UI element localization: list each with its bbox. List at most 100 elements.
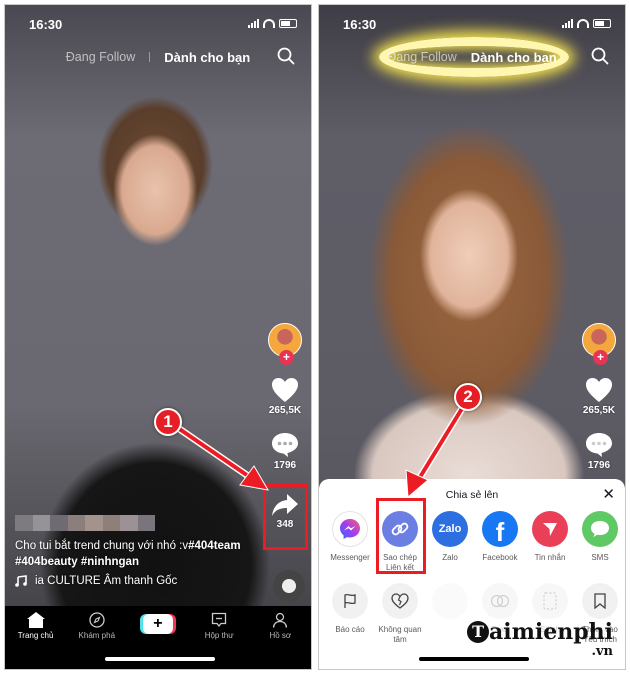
broken-heart-icon — [382, 583, 418, 619]
share-label: Messenger — [330, 553, 370, 562]
tab-following[interactable]: Đang Follow — [387, 50, 456, 64]
hashtag-404team[interactable]: #404team — [188, 540, 240, 552]
status-icons — [562, 18, 611, 28]
follow-plus-icon[interactable]: + — [279, 350, 294, 365]
stitch-icon — [532, 583, 568, 619]
creator-name-pixelated[interactable] — [15, 515, 155, 531]
tutorial-canvas: 16:30 Đang Follow Dành cho bạn + 265,5K — [0, 0, 630, 675]
home-indicator — [419, 657, 529, 661]
status-icons — [248, 18, 297, 28]
hidden-action-icon — [432, 583, 468, 619]
flag-icon — [332, 583, 368, 619]
status-bar: 16:30 — [5, 5, 311, 41]
direct-message-icon — [532, 511, 568, 547]
copy-link-highlight — [376, 498, 426, 574]
profile-icon — [273, 612, 288, 628]
nav-discover[interactable]: Khám phá — [69, 612, 125, 640]
like-count: 265,5K — [268, 405, 302, 416]
creator-avatar[interactable]: + — [582, 323, 616, 365]
compass-icon — [89, 612, 105, 628]
action-label: Không quan tâm — [378, 625, 422, 644]
caption-text: Cho tui bắt trend chung với nhó :v — [15, 540, 189, 552]
comment-button[interactable]: 1796 — [271, 432, 299, 471]
share-facebook[interactable]: f Facebook — [475, 511, 525, 573]
inbox-icon — [212, 612, 227, 628]
share-label: Zalo — [442, 553, 458, 562]
video-caption: Cho tui bắt trend chung với nhó :v#404te… — [15, 515, 265, 589]
step-badge-1: 1 — [154, 408, 182, 436]
feed-tabs: Đang Follow Dành cho bạn — [319, 47, 625, 67]
home-icon — [26, 612, 45, 628]
share-messenger[interactable]: Messenger — [325, 511, 375, 573]
watermark-initial: T — [467, 621, 490, 643]
comment-button[interactable]: 1796 — [585, 432, 613, 471]
close-icon[interactable]: ✕ — [602, 485, 615, 503]
bookmark-icon — [582, 583, 618, 619]
nav-home[interactable]: Trang chủ — [8, 612, 64, 640]
action-report[interactable]: Báo cáo — [325, 583, 375, 645]
status-time: 16:30 — [343, 17, 377, 32]
follow-plus-icon[interactable]: + — [593, 350, 608, 365]
nav-profile[interactable]: Hồ sơ — [252, 612, 308, 640]
wifi-icon — [263, 18, 275, 28]
signal-icon — [248, 18, 259, 28]
like-button[interactable]: 265,5K — [583, 377, 615, 416]
zalo-icon: Zalo — [432, 511, 468, 547]
home-indicator — [105, 657, 215, 661]
status-time: 16:30 — [29, 17, 63, 32]
wifi-icon — [577, 18, 589, 28]
feed-tabs: Đang Follow Dành cho bạn — [5, 47, 311, 67]
share-label: Facebook — [482, 553, 518, 562]
like-count: 265,5K — [582, 405, 616, 416]
comment-count: 1796 — [587, 460, 611, 471]
share-sms[interactable]: SMS — [575, 511, 625, 573]
bottom-navigation: Trang chủ Khám phá + Hộp thư Hồ sơ — [5, 606, 311, 669]
share-targets-row: Messenger Sao chép Liên kết Zalo Zalo f … — [325, 511, 625, 573]
creator-avatar[interactable]: + — [268, 323, 302, 365]
tab-divider — [149, 52, 151, 62]
share-label: SMS — [591, 553, 609, 562]
step-badge-2: 2 — [454, 383, 482, 411]
share-sheet: Chia sẻ lên ✕ Messenger Sao chép Liên kế… — [319, 479, 625, 669]
nav-home-label: Trang chủ — [17, 631, 54, 640]
battery-icon — [279, 18, 297, 28]
duet-icon — [482, 583, 518, 619]
nav-inbox[interactable]: Hộp thư — [191, 612, 247, 640]
action-label: Báo cáo — [335, 625, 365, 634]
hashtags[interactable]: #404beauty #ninhngan — [15, 556, 139, 568]
heart-icon — [272, 378, 298, 402]
like-button[interactable]: 265,5K — [269, 377, 301, 416]
share-sheet-title: Chia sẻ lên — [445, 489, 499, 501]
messenger-icon — [332, 511, 368, 547]
nav-profile-label: Hồ sơ — [269, 631, 292, 640]
watermark-text: aimienphi — [489, 619, 613, 645]
search-icon[interactable] — [277, 47, 295, 65]
signal-icon — [562, 18, 573, 28]
share-button-highlight — [263, 484, 308, 550]
music-row[interactable]: ia CULTURE Âm thanh Gốc — [15, 573, 265, 589]
create-icon: + — [142, 614, 173, 634]
right-phone-screen: 16:30 Đang Follow Dành cho bạn + 265,5K … — [318, 4, 626, 670]
nav-discover-label: Khám phá — [78, 631, 116, 640]
nav-inbox-label: Hộp thư — [204, 631, 234, 640]
tab-following[interactable]: Đang Follow — [66, 50, 135, 64]
tab-for-you[interactable]: Dành cho bạn — [471, 50, 557, 65]
share-label: Tin nhắn — [534, 553, 566, 562]
status-bar: 16:30 — [319, 5, 625, 41]
sms-icon — [582, 511, 618, 547]
nav-create[interactable]: + — [130, 612, 186, 640]
search-icon[interactable] — [591, 47, 609, 65]
comment-icon — [586, 433, 612, 457]
watermark-logo: Taimienphi .vn — [467, 620, 613, 659]
share-direct-message[interactable]: Tin nhắn — [525, 511, 575, 573]
music-title: ia CULTURE Âm thanh Gốc — [35, 575, 178, 587]
battery-icon — [593, 18, 611, 28]
action-not-interested[interactable]: Không quan tâm — [375, 583, 425, 645]
comment-count: 1796 — [273, 460, 297, 471]
left-phone-screen: 16:30 Đang Follow Dành cho bạn + 265,5K — [4, 4, 312, 670]
comment-icon — [272, 433, 298, 457]
tab-for-you[interactable]: Dành cho bạn — [164, 50, 250, 65]
music-note-icon — [15, 575, 27, 587]
music-disc[interactable] — [273, 570, 305, 602]
share-zalo[interactable]: Zalo Zalo — [425, 511, 475, 573]
